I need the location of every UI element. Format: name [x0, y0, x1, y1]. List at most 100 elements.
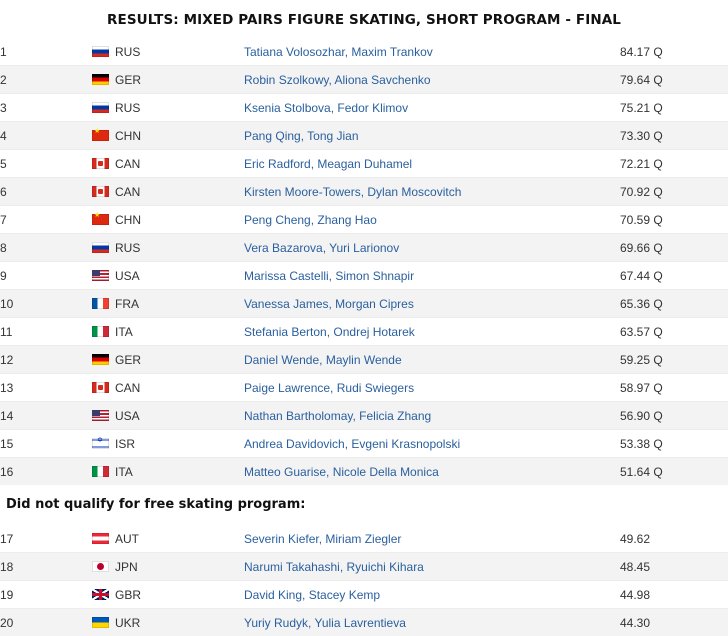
dnq-section-header: Did not qualify for free skating program… — [0, 485, 728, 525]
pair-link[interactable]: Severin Kiefer, Miriam Ziegler — [244, 532, 401, 546]
table-row: 14 USA Nathan Bartholomay, Felicia Zhang… — [0, 402, 728, 430]
names-cell: Vera Bazarova, Yuri Larionov — [244, 234, 620, 262]
names-cell: Ksenia Stolbova, Fedor Klimov — [244, 94, 620, 122]
country-code: RUS — [115, 45, 140, 59]
table-row: 7 CHN Peng Cheng, Zhang Hao 70.59 Q — [0, 206, 728, 234]
italy-flag-icon — [92, 326, 109, 337]
country-cell: CHN — [92, 122, 244, 150]
pair-link[interactable]: Daniel Wende, Maylin Wende — [244, 353, 402, 367]
pair-link[interactable]: Nathan Bartholomay, Felicia Zhang — [244, 409, 431, 423]
pair-link[interactable]: Vanessa James, Morgan Cipres — [244, 297, 414, 311]
country-cell: RUS — [92, 94, 244, 122]
country-code: ISR — [115, 437, 135, 451]
results-table: 1 RUS Tatiana Volosozhar, Maxim Trankov … — [0, 38, 728, 485]
pair-link[interactable]: Paige Lawrence, Rudi Swiegers — [244, 381, 414, 395]
table-row: 12 GER Daniel Wende, Maylin Wende 59.25 … — [0, 346, 728, 374]
france-flag-icon — [92, 298, 109, 309]
pair-link[interactable]: Pang Qing, Tong Jian — [244, 129, 359, 143]
pair-link[interactable]: Yuriy Rudyk, Yulia Lavrentieva — [244, 616, 406, 630]
country-code: UKR — [115, 616, 140, 630]
country-cell: ITA — [92, 318, 244, 346]
table-row: 9 USA Marissa Castelli, Simon Shnapir 67… — [0, 262, 728, 290]
score-cell: 56.90 Q — [620, 402, 728, 430]
pair-link[interactable]: Narumi Takahashi, Ryuichi Kihara — [244, 560, 424, 574]
pair-link[interactable]: Matteo Guarise, Nicole Della Monica — [244, 465, 439, 479]
names-cell: Pang Qing, Tong Jian — [244, 122, 620, 150]
rank-cell: 1 — [0, 38, 92, 66]
japan-flag-icon — [92, 561, 109, 572]
canada-flag-icon — [92, 382, 109, 393]
table-row: 5 CAN Eric Radford, Meagan Duhamel 72.21… — [0, 150, 728, 178]
country-cell: FRA — [92, 290, 244, 318]
results-page: RESULTS: MIXED PAIRS FIGURE SKATING, SHO… — [0, 0, 728, 624]
israel-flag-icon — [92, 438, 109, 449]
score-cell: 51.64 Q — [620, 458, 728, 486]
table-row: 18 JPN Narumi Takahashi, Ryuichi Kihara … — [0, 553, 728, 581]
country-cell: CAN — [92, 150, 244, 178]
rank-cell: 8 — [0, 234, 92, 262]
names-cell: Yuriy Rudyk, Yulia Lavrentieva — [244, 609, 620, 636]
rank-cell: 17 — [0, 525, 92, 553]
germany-flag-icon — [92, 74, 109, 85]
score-cell: 70.59 Q — [620, 206, 728, 234]
rank-cell: 18 — [0, 553, 92, 581]
country-cell: ITA — [92, 458, 244, 486]
rank-cell: 9 — [0, 262, 92, 290]
pair-link[interactable]: David King, Stacey Kemp — [244, 588, 380, 602]
score-cell: 70.92 Q — [620, 178, 728, 206]
table-row: 11 ITA Stefania Berton, Ondrej Hotarek 6… — [0, 318, 728, 346]
pair-link[interactable]: Kirsten Moore-Towers, Dylan Moscovitch — [244, 185, 461, 199]
country-code: ITA — [115, 465, 133, 479]
pair-link[interactable]: Tatiana Volosozhar, Maxim Trankov — [244, 45, 433, 59]
names-cell: Narumi Takahashi, Ryuichi Kihara — [244, 553, 620, 581]
country-cell: AUT — [92, 525, 244, 553]
table-row: 1 RUS Tatiana Volosozhar, Maxim Trankov … — [0, 38, 728, 66]
table-row: 6 CAN Kirsten Moore-Towers, Dylan Moscov… — [0, 178, 728, 206]
table-row: 10 FRA Vanessa James, Morgan Cipres 65.3… — [0, 290, 728, 318]
pair-link[interactable]: Stefania Berton, Ondrej Hotarek — [244, 325, 415, 339]
country-code: RUS — [115, 101, 140, 115]
pair-link[interactable]: Andrea Davidovich, Evgeni Krasnopolski — [244, 437, 460, 451]
score-cell: 53.38 Q — [620, 430, 728, 458]
pair-link[interactable]: Vera Bazarova, Yuri Larionov — [244, 241, 399, 255]
score-cell: 73.30 Q — [620, 122, 728, 150]
pair-link[interactable]: Eric Radford, Meagan Duhamel — [244, 157, 412, 171]
country-cell: JPN — [92, 553, 244, 581]
rank-cell: 16 — [0, 458, 92, 486]
table-row: 4 CHN Pang Qing, Tong Jian 73.30 Q — [0, 122, 728, 150]
country-cell: USA — [92, 262, 244, 290]
china-flag-icon — [92, 130, 109, 141]
rank-cell: 14 — [0, 402, 92, 430]
rank-cell: 13 — [0, 374, 92, 402]
score-cell: 69.66 Q — [620, 234, 728, 262]
score-cell: 65.36 Q — [620, 290, 728, 318]
pair-link[interactable]: Peng Cheng, Zhang Hao — [244, 213, 377, 227]
usa-flag-icon — [92, 270, 109, 281]
rank-cell: 7 — [0, 206, 92, 234]
country-code: CAN — [115, 381, 140, 395]
china-flag-icon — [92, 214, 109, 225]
pair-link[interactable]: Marissa Castelli, Simon Shnapir — [244, 269, 414, 283]
rank-cell: 3 — [0, 94, 92, 122]
names-cell: Andrea Davidovich, Evgeni Krasnopolski — [244, 430, 620, 458]
pair-link[interactable]: Robin Szolkowy, Aliona Savchenko — [244, 73, 431, 87]
country-code: USA — [115, 409, 140, 423]
country-cell: CHN — [92, 206, 244, 234]
rank-cell: 19 — [0, 581, 92, 609]
rank-cell: 15 — [0, 430, 92, 458]
country-cell: ISR — [92, 430, 244, 458]
pair-link[interactable]: Ksenia Stolbova, Fedor Klimov — [244, 101, 408, 115]
country-cell: UKR — [92, 609, 244, 636]
score-cell: 75.21 Q — [620, 94, 728, 122]
rank-cell: 6 — [0, 178, 92, 206]
dnq-table: 17 AUT Severin Kiefer, Miriam Ziegler 49… — [0, 525, 728, 636]
rank-cell: 10 — [0, 290, 92, 318]
score-cell: 44.98 — [620, 581, 728, 609]
russia-flag-icon — [92, 102, 109, 113]
germany-flag-icon — [92, 354, 109, 365]
country-code: GER — [115, 73, 141, 87]
score-cell: 59.25 Q — [620, 346, 728, 374]
names-cell: Stefania Berton, Ondrej Hotarek — [244, 318, 620, 346]
names-cell: Robin Szolkowy, Aliona Savchenko — [244, 66, 620, 94]
country-code: GER — [115, 353, 141, 367]
